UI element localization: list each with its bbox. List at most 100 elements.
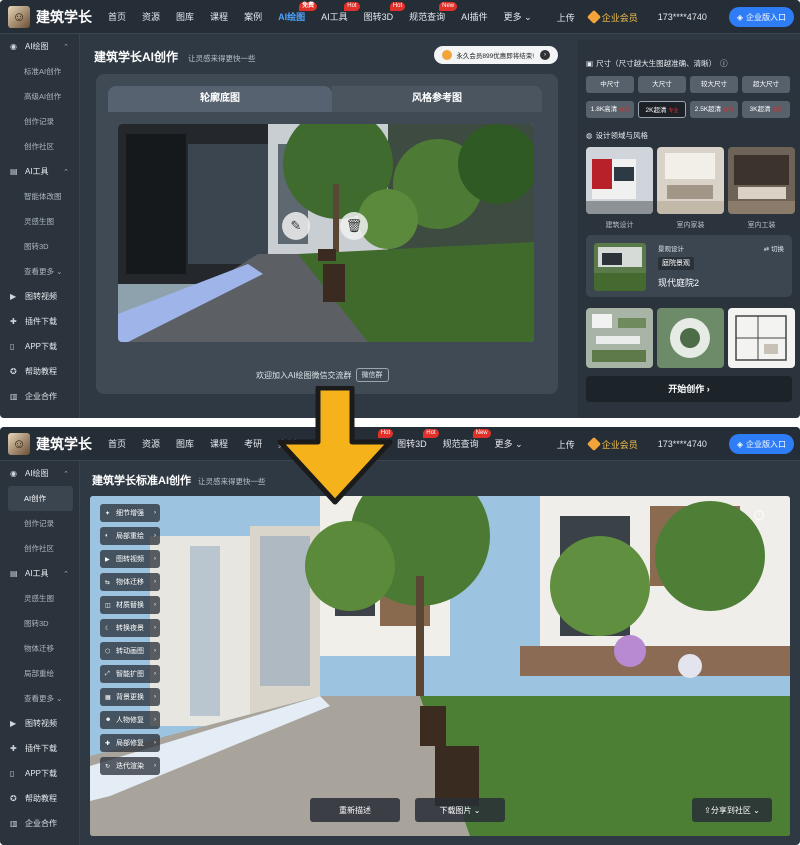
sidebar-group[interactable]: ✪ 帮助教程 <box>0 786 79 811</box>
size-option[interactable]: 较大尺寸 <box>690 76 738 93</box>
tool-item[interactable]: ⤢ 智能扩图 › <box>100 665 160 683</box>
tab-style[interactable]: 风格参考图 <box>332 86 542 112</box>
sidebar-group[interactable]: ▯ APP下载 <box>0 334 79 359</box>
edit-icon[interactable]: ✎ <box>282 212 310 240</box>
style-thumb-2[interactable] <box>657 308 724 368</box>
domain-interior-home[interactable] <box>657 147 724 214</box>
sidebar-group[interactable]: ▶ 图转视频 <box>0 711 79 736</box>
nav-item[interactable]: AI绘图 免费 <box>270 0 318 34</box>
sidebar-group[interactable]: ◉ AI绘图 ⌃ <box>0 461 79 486</box>
nav-item[interactable]: AI插件 <box>453 0 496 34</box>
resolution-option[interactable]: 2.5K超清 会员 <box>690 101 738 118</box>
sidebar-item[interactable]: 创作记录 <box>0 511 79 536</box>
enterprise-button[interactable]: ◈ 企业版入口 <box>728 7 794 27</box>
user-phone[interactable]: 173****4740 <box>658 439 707 449</box>
sidebar-item[interactable]: 创作社区 <box>0 536 79 561</box>
nav-item[interactable]: 考研 <box>236 427 270 461</box>
sidebar-item[interactable]: 查看更多 ⌄ <box>0 686 79 711</box>
tool-item[interactable]: ◫ 材质替换 › <box>100 596 160 614</box>
tool-item[interactable]: ↻ 迭代渲染 › <box>100 757 160 775</box>
nav-item[interactable]: 图转3D Hot <box>389 427 439 461</box>
size-option[interactable]: 中尺寸 <box>586 76 634 93</box>
trash-icon[interactable]: 🗑 <box>340 212 368 240</box>
sidebar-group[interactable]: ▥ 企业合作 <box>0 384 79 409</box>
nav-item[interactable]: 资源 <box>134 427 168 461</box>
domain-interior-commercial[interactable] <box>728 147 795 214</box>
info-icon[interactable]: i <box>754 510 764 520</box>
tool-item[interactable]: ▶ 图转视频 › <box>100 550 160 568</box>
brand-logo[interactable]: ☺ 建筑学长 <box>8 432 100 455</box>
nav-item[interactable]: 首页 <box>100 427 134 461</box>
nav-item[interactable]: 课程 <box>202 0 236 34</box>
regenerate-button[interactable]: 重新描述 <box>310 798 400 822</box>
sidebar-group[interactable]: ✚ 插件下载 <box>0 736 79 761</box>
sidebar-item[interactable]: 图转3D <box>0 611 79 636</box>
tab-outline[interactable]: 轮廓底图 <box>108 86 332 112</box>
nav-item[interactable]: 课程 <box>202 427 236 461</box>
vip-link[interactable]: 企业会员 <box>586 436 638 452</box>
nav-item[interactable]: 图库 <box>168 0 202 34</box>
tool-item[interactable]: ◐ 局部重绘 › <box>100 527 160 545</box>
upload-link[interactable]: 上传 <box>557 11 575 24</box>
upload-link[interactable]: 上传 <box>557 438 575 451</box>
nav-item[interactable]: 更多 ⌄ <box>487 427 531 461</box>
tool-item[interactable]: ☾ 转换夜景 › <box>100 619 160 637</box>
switch-button[interactable]: ⇄ 切换 <box>764 243 784 253</box>
sidebar-group[interactable]: ✚ 插件下载 <box>0 309 79 334</box>
nav-item[interactable]: 资源 <box>134 0 168 34</box>
style-thumb-3[interactable] <box>728 308 795 368</box>
nav-item[interactable]: 规范查询 New <box>401 0 458 34</box>
sidebar-item[interactable]: AI创作 <box>8 486 73 511</box>
sidebar-item[interactable]: 灵感生图 <box>0 586 79 611</box>
nav-item[interactable]: AI绘图 <box>304 427 347 461</box>
sidebar-item[interactable]: 物体迁移 <box>0 636 79 661</box>
nav-item[interactable]: 图库 <box>168 427 202 461</box>
download-button[interactable]: 下载图片 ⌄ <box>415 798 505 822</box>
sidebar-item[interactable]: 查看更多 ⌄ <box>0 259 79 284</box>
tool-item[interactable]: ✦ 细节增强 › <box>100 504 160 522</box>
resolution-option[interactable]: 3K超清 会员 <box>742 101 790 118</box>
enterprise-button[interactable]: ◈ 企业版入口 <box>728 434 794 454</box>
nav-item[interactable]: 首页 <box>100 0 134 34</box>
size-option[interactable]: 超大尺寸 <box>742 76 790 93</box>
nav-item[interactable]: 案例 <box>236 0 270 34</box>
user-phone[interactable]: 173****4740 <box>658 12 707 22</box>
tool-item[interactable]: ▦ 背景更换 › <box>100 688 160 706</box>
help-icon[interactable]: ⓘ <box>720 58 728 69</box>
sidebar-group[interactable]: ◉ AI绘图 ⌃ <box>0 34 79 59</box>
sidebar-item[interactable]: 局部重绘 <box>0 661 79 686</box>
resolution-option[interactable]: 1.8K高清 会员 <box>586 101 634 118</box>
sidebar-item[interactable]: 创作记录 <box>0 109 79 134</box>
domain-architecture[interactable] <box>586 147 653 214</box>
start-create-button[interactable]: 开始创作 › <box>586 376 792 402</box>
sidebar-group[interactable]: ✪ 帮助教程 <box>0 359 79 384</box>
nav-item[interactable]: AI工具 Hot <box>347 427 394 461</box>
sidebar-item[interactable]: 标准AI创作 <box>0 59 79 84</box>
nav-item[interactable]: 更多 ⌄ <box>496 0 540 34</box>
sidebar-item[interactable]: 图转3D <box>0 234 79 259</box>
sidebar-item[interactable]: 智能体改图 <box>0 184 79 209</box>
tool-item[interactable]: ⇆ 物体迁移 › <box>100 573 160 591</box>
sidebar-group[interactable]: ▶ 图转视频 <box>0 284 79 309</box>
featured-style-card[interactable]: 景观设计 ⇄ 切换 庭院景观 现代庭院2 <box>586 235 792 297</box>
sidebar-group[interactable]: ▤ AI工具 ⌃ <box>0 561 79 586</box>
wechat-button[interactable]: 微信群 <box>355 368 389 382</box>
vip-link[interactable]: 企业会员 <box>586 9 638 25</box>
sidebar-group[interactable]: ▥ 企业合作 <box>0 811 79 836</box>
share-button[interactable]: ⇪ 分享到社区 ⌄ <box>692 798 772 822</box>
nav-item[interactable]: 案例 <box>270 427 304 461</box>
nav-item[interactable]: AI工具 Hot <box>313 0 360 34</box>
size-option[interactable]: 大尺寸 <box>638 76 686 93</box>
tool-item[interactable]: ☻ 人物修复 › <box>100 711 160 729</box>
promo-banner[interactable]: 永久会员899优惠即将结束! › <box>434 46 558 64</box>
style-thumb-1[interactable] <box>586 308 653 368</box>
sidebar-group[interactable]: ▤ AI工具 ⌃ <box>0 159 79 184</box>
resolution-option[interactable]: 2K超清 专业 <box>638 101 686 118</box>
sidebar-item[interactable]: 创作社区 <box>0 134 79 159</box>
tool-item[interactable]: ✚ 局部修复 › <box>100 734 160 752</box>
nav-item[interactable]: 图转3D Hot <box>356 0 406 34</box>
sidebar-item[interactable]: 高级AI创作 <box>0 84 79 109</box>
brand-logo[interactable]: ☺ 建筑学长 <box>8 5 100 28</box>
nav-item[interactable]: 规范查询 New <box>435 427 491 461</box>
sidebar-group[interactable]: ▯ APP下载 <box>0 761 79 786</box>
